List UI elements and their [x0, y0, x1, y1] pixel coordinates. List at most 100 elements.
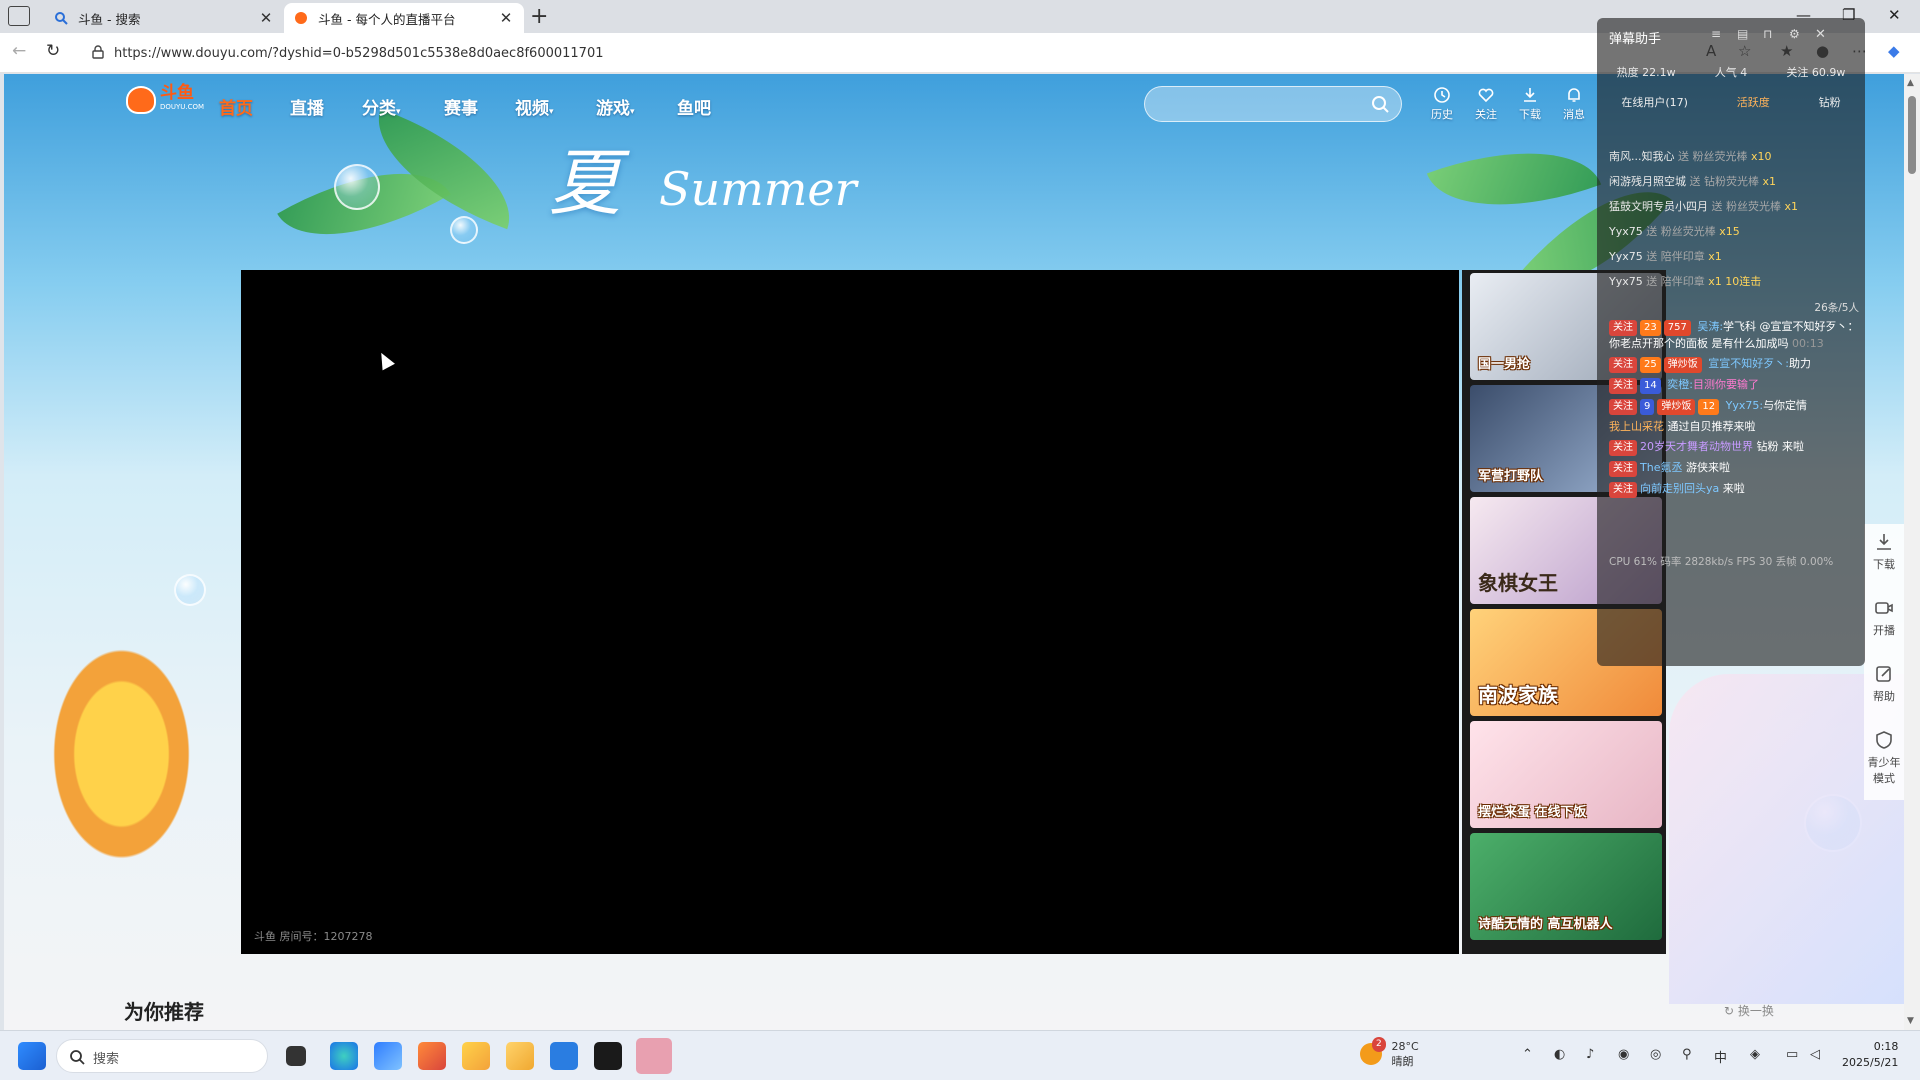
recommend-section-title: 为你推荐: [124, 1000, 204, 1024]
mascot-scooter-illustration: [4, 634, 239, 934]
thumbnail-caption: 诗酷无情的 高互机器人: [1478, 917, 1613, 932]
danmu-panel-title: 弹幕助手: [1609, 32, 1662, 47]
video-player[interactable]: 斗鱼 房间号：1207278: [241, 270, 1459, 954]
g-app-icon[interactable]: [594, 1042, 622, 1070]
room-id-label: 斗鱼 房间号：1207278: [254, 930, 373, 943]
history-button[interactable]: 历史: [1422, 86, 1462, 122]
scroll-down-icon[interactable]: ▼: [1907, 1016, 1914, 1026]
nav-events[interactable]: 赛事: [444, 94, 478, 119]
tab-online-users[interactable]: 在线用户(17): [1621, 94, 1688, 120]
search-icon[interactable]: [1371, 95, 1389, 113]
back-icon[interactable]: ←: [12, 41, 26, 61]
douyu-logo[interactable]: 斗鱼 DOUYU.COM: [126, 85, 204, 114]
follow-button[interactable]: 关注: [1466, 86, 1506, 122]
tab-douyu-home[interactable]: 斗鱼 - 每个人的直播平台 ✕: [284, 3, 524, 33]
tab-douyu-search[interactable]: 斗鱼 - 搜索 ✕: [44, 3, 284, 33]
nav-category[interactable]: 分类▾: [362, 94, 401, 119]
scroll-up-icon[interactable]: ▲: [1907, 78, 1914, 88]
scrollbar-thumb[interactable]: [1908, 96, 1916, 174]
chevron-up-icon[interactable]: ⌃: [1522, 1047, 1533, 1062]
enter-message: 关注 The氪丞 游侠来啦: [1609, 460, 1859, 477]
tab-diamond-fans[interactable]: 钻粉: [1819, 94, 1841, 120]
download-icon: [1524, 88, 1536, 102]
k-app-icon[interactable]: [550, 1042, 578, 1070]
note-icon[interactable]: ▤: [1737, 27, 1748, 41]
page-scrollbar[interactable]: ▲ ▼: [1904, 74, 1920, 1030]
ime-icon[interactable]: 中: [1714, 1047, 1727, 1066]
danmu-stats: 热度 22.1w 人气 4 关注 60.9w: [1597, 64, 1865, 80]
new-tab-button[interactable]: +: [530, 3, 548, 31]
chat-message: 关注 25 弹炒饭 宣宣不知好歹丶:助力: [1609, 356, 1859, 373]
cat-app-icon[interactable]: [462, 1042, 490, 1070]
weather-widget[interactable]: 2 28°C 晴朗: [1360, 1037, 1419, 1069]
thumbnail-caption: 军营打野队: [1478, 469, 1544, 484]
messages-button[interactable]: 消息: [1554, 86, 1594, 122]
fish-logo-icon: [126, 86, 156, 114]
download-button[interactable]: 下载: [1510, 86, 1550, 122]
microphone-icon[interactable]: ⚲: [1682, 1047, 1692, 1062]
stream-thumbnail[interactable]: 摆烂来蛋 在线下饭: [1470, 721, 1662, 828]
popularity-stat: 人气 4: [1714, 66, 1748, 79]
performance-stats: CPU 61% 码率 2828kb/s FPS 30 丢帧 0.00%: [1609, 556, 1834, 568]
tray-app-icon[interactable]: ◈: [1750, 1047, 1760, 1062]
gift-message: Yyx75 送 陪伴印章 x1: [1609, 250, 1722, 263]
enter-message: 我上山采花 通过自贝推荐来啦: [1609, 420, 1756, 433]
file-explorer-icon[interactable]: [506, 1042, 534, 1070]
gift-message: Yyx75 送 粉丝荧光棒 x15: [1609, 225, 1740, 238]
url-field[interactable]: https://www.douyu.com/?dyshid=0-b5298d50…: [84, 39, 1584, 67]
stream-thumbnail[interactable]: 诗酷无情的 高互机器人: [1470, 833, 1662, 940]
chat-message: 关注 14 奕橙:目测你要输了: [1609, 377, 1859, 394]
edge-browser-icon[interactable]: [330, 1042, 358, 1070]
close-tab-icon[interactable]: ✕: [258, 9, 274, 27]
side-download-button[interactable]: 下载: [1864, 524, 1904, 590]
tab-activity[interactable]: 活跃度: [1737, 94, 1770, 120]
close-icon[interactable]: ✕: [1815, 27, 1826, 42]
side-start-stream-button[interactable]: 开播: [1864, 590, 1904, 656]
tray-app-icon[interactable]: ◐: [1554, 1047, 1565, 1062]
douyu-app-icon[interactable]: [418, 1042, 446, 1070]
tray-app-icon[interactable]: ◉: [1618, 1047, 1629, 1062]
system-clock[interactable]: 0:18 2025/5/21: [1842, 1039, 1898, 1071]
bubble-decoration: [450, 216, 478, 244]
camera-icon: [1875, 602, 1893, 614]
tab-actions-icon[interactable]: [8, 6, 30, 26]
lock-icon[interactable]: ⊓: [1763, 27, 1772, 41]
gift-message: 闲游残月照空城 送 钻粉荧光棒 x1: [1609, 175, 1777, 188]
nav-games[interactable]: 游戏▾: [596, 94, 635, 119]
filter-icon[interactable]: ≡: [1711, 27, 1721, 41]
active-app-icon[interactable]: [636, 1038, 672, 1074]
start-windows-icon[interactable]: [18, 1042, 46, 1070]
bell-icon: [1568, 88, 1580, 102]
tray-app-icon[interactable]: ◎: [1650, 1047, 1661, 1062]
messenger-app-icon[interactable]: [374, 1042, 402, 1070]
site-info-icon[interactable]: [92, 45, 104, 59]
nav-home[interactable]: 首页: [219, 94, 253, 119]
taskbar-search-input[interactable]: 搜索: [56, 1039, 268, 1073]
close-window-icon[interactable]: ✕: [1888, 6, 1901, 24]
side-help-button[interactable]: 帮助: [1864, 656, 1904, 722]
follower-stat: 关注 60.9w: [1786, 66, 1846, 79]
thumbnail-caption: 象棋女王: [1478, 571, 1558, 595]
task-view-icon[interactable]: [286, 1046, 306, 1066]
gift-message: 南风...知我心 送 粉丝荧光棒 x10: [1609, 150, 1772, 163]
url-text: https://www.douyu.com/?dyshid=0-b5298d50…: [114, 45, 604, 61]
refresh-icon[interactable]: ↻: [46, 41, 60, 61]
nav-live[interactable]: 直播: [290, 94, 324, 119]
danmu-tabs: 在线用户(17) 活跃度 钻粉: [1597, 94, 1865, 120]
side-youth-mode-button[interactable]: 青少年模式: [1864, 722, 1904, 800]
chat-message: 关注 23 757 吴涛:学飞科 @宣宣不知好歹丶：你老点开那个的面板 是有什么加成…: [1609, 320, 1859, 350]
copilot-icon[interactable]: ◆: [1888, 42, 1900, 60]
network-icon[interactable]: ▭: [1786, 1047, 1798, 1062]
danmu-assistant-panel[interactable]: 弹幕助手 ≡ ▤ ⊓ ⚙ ✕ 热度 22.1w 人气 4 关注 60.9w 在线…: [1597, 18, 1865, 666]
nav-video[interactable]: 视频▾: [515, 94, 554, 119]
windows-taskbar: 搜索 2 28°C 晴朗 ⌃ ◐ ♪ ◉ ◎ ⚲ 中 ◈ ▭ ◁ 0:18 2025…: [0, 1030, 1920, 1080]
gift-message: Yyx75 送 陪伴印章 x1 10连击: [1609, 275, 1762, 288]
settings-icon[interactable]: ⚙: [1789, 27, 1800, 41]
volume-icon[interactable]: ♪: [1586, 1047, 1594, 1062]
speaker-icon[interactable]: ◁: [1810, 1047, 1820, 1062]
site-search-input[interactable]: [1144, 86, 1402, 122]
close-tab-icon[interactable]: ✕: [498, 9, 514, 27]
refresh-recommend-button[interactable]: ↻ 换一换: [1724, 1002, 1774, 1019]
nav-fishbar[interactable]: 鱼吧: [677, 94, 711, 119]
bubble-decoration: [174, 574, 206, 606]
